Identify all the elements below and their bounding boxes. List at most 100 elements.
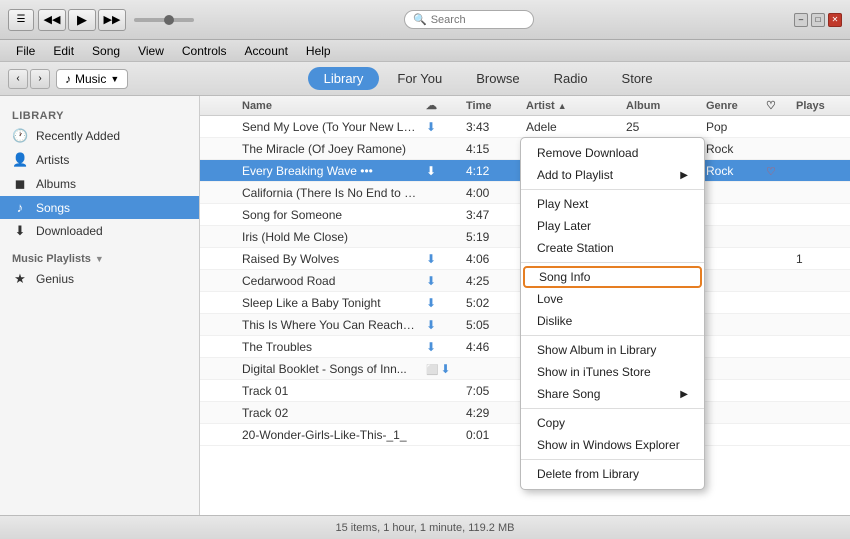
music-breadcrumb[interactable]: ♪ Music ▼ <box>56 69 128 89</box>
col-name[interactable]: Name <box>238 100 422 112</box>
col-time[interactable]: Time <box>462 100 522 112</box>
row-name: Song for Someone <box>238 208 422 222</box>
row-time: 5:19 <box>462 230 522 244</box>
row-dl: ⬇ <box>422 252 462 266</box>
menu-file[interactable]: File <box>8 42 43 60</box>
menu-help[interactable]: Help <box>298 42 339 60</box>
genius-icon: ★ <box>12 271 28 287</box>
download-icon: ⬇ <box>426 252 436 266</box>
context-menu-item[interactable]: Show in Windows Explorer <box>521 434 704 456</box>
row-name: The Troubles <box>238 340 422 354</box>
menu-song[interactable]: Song <box>84 42 128 60</box>
search-input[interactable] <box>431 14 521 26</box>
sidebar-label-downloaded: Downloaded <box>36 224 103 238</box>
row-time: 7:05 <box>462 384 522 398</box>
context-menu-item[interactable]: Song Info <box>523 266 702 288</box>
nav-arrows: ‹ › <box>8 69 50 89</box>
context-menu-item[interactable]: Add to Playlist▶ <box>521 164 704 186</box>
table-row[interactable]: Send My Love (To Your New Lover) ⬇ 3:43 … <box>200 116 850 138</box>
chevron-down-icon: ▼ <box>110 74 119 84</box>
context-menu-separator <box>521 408 704 409</box>
ctx-item-label: Play Next <box>537 197 588 211</box>
title-bar-controls: ☰ <box>8 9 34 31</box>
sidebar-item-downloaded[interactable]: ⬇ Downloaded <box>0 219 199 243</box>
window-controls: – □ ✕ <box>794 13 842 27</box>
row-dl: ⬇ <box>422 120 462 134</box>
context-menu-item[interactable]: Delete from Library <box>521 463 704 485</box>
ctx-item-label: Play Later <box>537 219 591 233</box>
ctx-item-label: Song Info <box>539 270 590 284</box>
row-dl: ⬇ <box>422 164 462 178</box>
row-genre: Rock <box>702 164 762 178</box>
albums-icon: ◼ <box>12 176 28 192</box>
context-menu-item[interactable]: Show in iTunes Store <box>521 361 704 383</box>
context-menu-item[interactable]: Play Later <box>521 215 704 237</box>
row-artist: Adele <box>522 120 622 134</box>
context-menu-item[interactable]: Create Station <box>521 237 704 259</box>
row-time: 4:15 <box>462 142 522 156</box>
sidebar-item-genius[interactable]: ★ Genius <box>0 267 199 291</box>
context-menu-item[interactable]: Show Album in Library <box>521 339 704 361</box>
ctx-item-label: Create Station <box>537 241 614 255</box>
list-view-button[interactable]: ☰ <box>8 9 34 31</box>
row-name: Every Breaking Wave ••• <box>238 164 422 178</box>
minimize-button[interactable]: – <box>794 13 808 27</box>
context-menu-item[interactable]: Share Song▶ <box>521 383 704 405</box>
col-genre[interactable]: Genre <box>702 100 762 112</box>
context-menu-item[interactable]: Dislike <box>521 310 704 332</box>
status-bar: 15 items, 1 hour, 1 minute, 119.2 MB <box>0 515 850 539</box>
status-text: 15 items, 1 hour, 1 minute, 119.2 MB <box>336 522 515 534</box>
menu-controls[interactable]: Controls <box>174 42 235 60</box>
context-menu-item[interactable]: Play Next <box>521 193 704 215</box>
menu-view[interactable]: View <box>130 42 172 60</box>
rewind-button[interactable]: ◀◀ <box>38 9 66 31</box>
menu-edit[interactable]: Edit <box>45 42 82 60</box>
ctx-item-label: Remove Download <box>537 146 638 160</box>
context-menu-item[interactable]: Copy <box>521 412 704 434</box>
tab-for-you[interactable]: For You <box>381 67 458 90</box>
volume-slider[interactable] <box>134 18 194 22</box>
nav-bar: ‹ › ♪ Music ▼ Library For You Browse Rad… <box>0 62 850 96</box>
breadcrumb-label: Music <box>75 72 106 86</box>
context-menu-item[interactable]: Love <box>521 288 704 310</box>
row-dl: ⬇ <box>422 340 462 354</box>
sidebar-item-albums[interactable]: ◼ Albums <box>0 172 199 196</box>
fast-forward-button[interactable]: ▶▶ <box>98 9 126 31</box>
tab-radio[interactable]: Radio <box>538 67 604 90</box>
col-album[interactable]: Album <box>622 100 702 112</box>
context-menu-separator <box>521 189 704 190</box>
submenu-arrow-icon: ▶ <box>680 389 688 400</box>
menu-bar: File Edit Song View Controls Account Hel… <box>0 40 850 62</box>
sidebar-label-artists: Artists <box>36 153 69 167</box>
context-menu-item[interactable]: Remove Download <box>521 142 704 164</box>
menu-account[interactable]: Account <box>237 42 296 60</box>
row-name: This Is Where You Can Reach Me... <box>238 318 422 332</box>
col-plays[interactable]: Plays <box>792 100 842 112</box>
col-artist[interactable]: Artist ▲ <box>522 100 622 112</box>
copy-icon: ⬜ <box>426 365 438 376</box>
row-genre: Rock <box>702 142 762 156</box>
ctx-item-label: Show in iTunes Store <box>537 365 651 379</box>
tab-library[interactable]: Library <box>308 67 380 90</box>
sidebar-item-songs[interactable]: ♪ Songs <box>0 196 199 219</box>
maximize-button[interactable]: □ <box>811 13 825 27</box>
row-time: 4:06 <box>462 252 522 266</box>
tab-store[interactable]: Store <box>606 67 669 90</box>
back-button[interactable]: ‹ <box>8 69 28 89</box>
row-time: 4:00 <box>462 186 522 200</box>
playlists-section-title[interactable]: Music Playlists ▼ <box>0 243 199 267</box>
row-name: Sleep Like a Baby Tonight <box>238 296 422 310</box>
chevron-down-icon: ▼ <box>95 254 104 264</box>
close-button[interactable]: ✕ <box>828 13 842 27</box>
col-heart: ♡ <box>762 99 792 112</box>
play-button[interactable]: ▶ <box>68 9 96 31</box>
submenu-arrow-icon: ▶ <box>680 170 688 181</box>
recently-added-icon: 🕐 <box>12 128 28 144</box>
sidebar-item-artists[interactable]: 👤 Artists <box>0 148 199 172</box>
search-box[interactable]: 🔍 <box>404 10 534 29</box>
tab-browse[interactable]: Browse <box>460 67 535 90</box>
sidebar-item-recently-added[interactable]: 🕐 Recently Added <box>0 124 199 148</box>
playlists-label: Music Playlists <box>12 253 91 265</box>
ctx-item-label: Love <box>537 292 563 306</box>
forward-button[interactable]: › <box>30 69 50 89</box>
